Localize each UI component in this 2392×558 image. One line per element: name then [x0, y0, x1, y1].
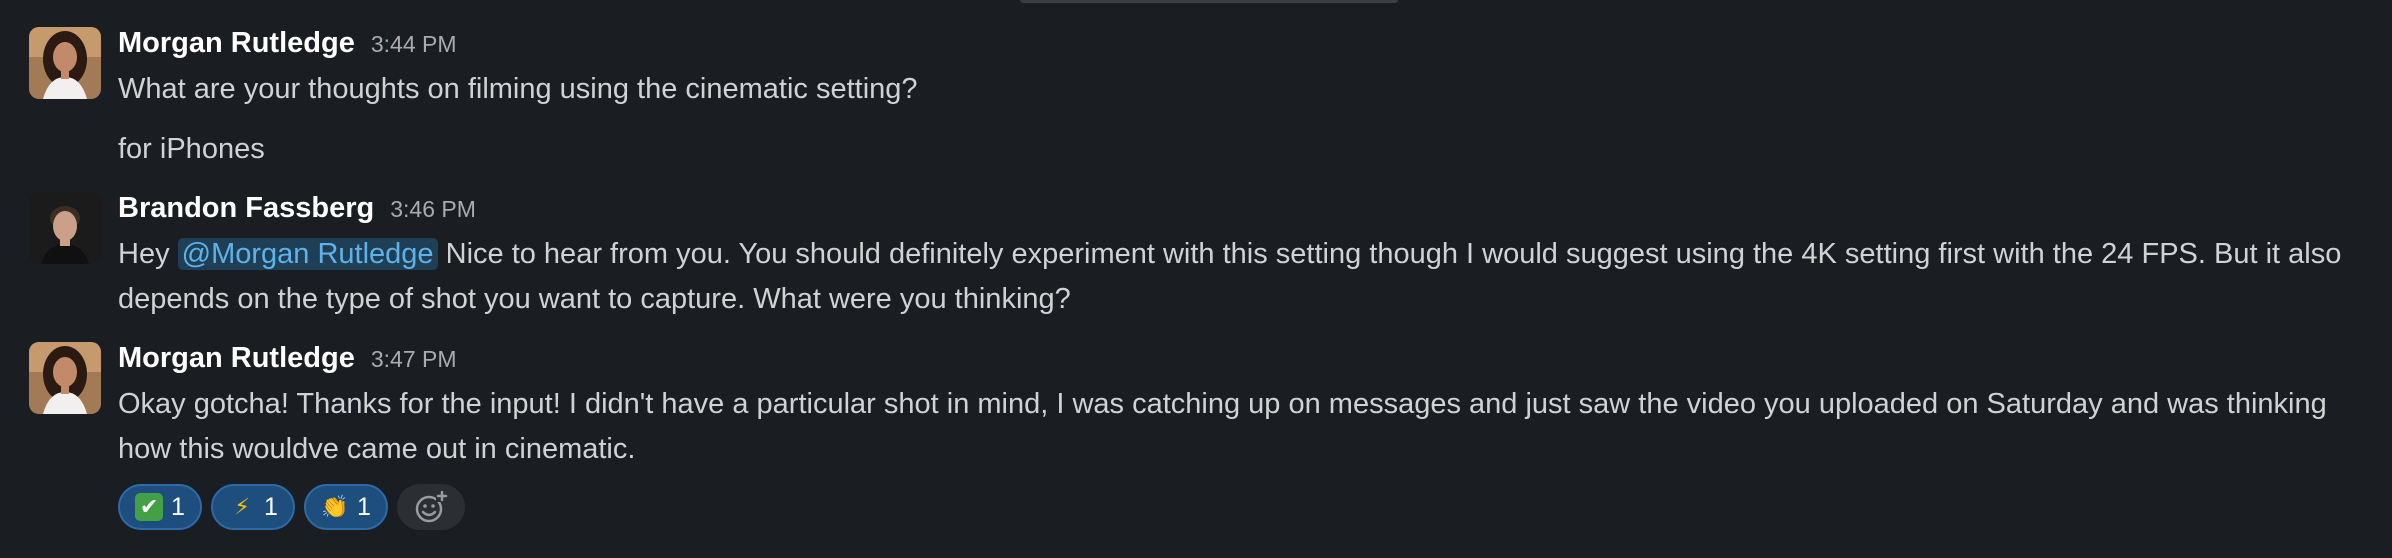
reaction-count: 1	[357, 492, 371, 521]
reaction-zap[interactable]: ⚡ 1	[211, 484, 295, 530]
avatar-morgan[interactable]	[29, 342, 101, 414]
clap-icon: 👏	[321, 494, 349, 519]
zap-icon: ⚡	[234, 494, 250, 519]
message-text: What are your thoughts on filming using …	[118, 73, 918, 105]
message-followup: for iPhones	[118, 133, 265, 165]
timestamp[interactable]: 3:46 PM	[390, 196, 476, 223]
message-content: Morgan Rutledge 3:44 PM What are your th…	[118, 27, 2369, 112]
message-text-prefix: Hey	[118, 238, 178, 270]
add-reaction-button[interactable]	[397, 484, 465, 530]
message-content: Brandon Fassberg 3:46 PM Hey @Morgan Rut…	[118, 192, 2369, 322]
user-mention[interactable]: @Morgan Rutledge	[177, 238, 438, 270]
message-text: Okay gotcha! Thanks for the input! I did…	[118, 388, 2327, 465]
reaction-count: 1	[264, 492, 278, 521]
white-check-mark-icon: ✔	[135, 493, 164, 521]
message-content: Morgan Rutledge 3:47 PM Okay gotcha! Tha…	[118, 342, 2369, 530]
timestamp[interactable]: 3:47 PM	[371, 346, 457, 373]
avatar-morgan[interactable]	[29, 27, 101, 99]
avatar-brandon[interactable]	[29, 192, 101, 264]
author-name[interactable]: Brandon Fassberg	[118, 192, 374, 225]
add-reaction-icon	[415, 490, 448, 523]
author-name[interactable]: Morgan Rutledge	[118, 342, 355, 375]
reactions-bar: ✔ 1 ⚡ 1 👏 1	[118, 484, 2369, 530]
reaction-count: 1	[171, 492, 185, 521]
reaction-clap[interactable]: 👏 1	[304, 484, 388, 530]
top-divider	[1020, 0, 1398, 3]
timestamp[interactable]: 3:44 PM	[371, 31, 457, 58]
reaction-white-check-mark[interactable]: ✔ 1	[118, 484, 202, 530]
message-text-body: Nice to hear from you. You should defini…	[118, 238, 2342, 315]
author-name[interactable]: Morgan Rutledge	[118, 27, 355, 60]
message-text: Hey @Morgan Rutledge Nice to hear from y…	[118, 232, 2369, 322]
